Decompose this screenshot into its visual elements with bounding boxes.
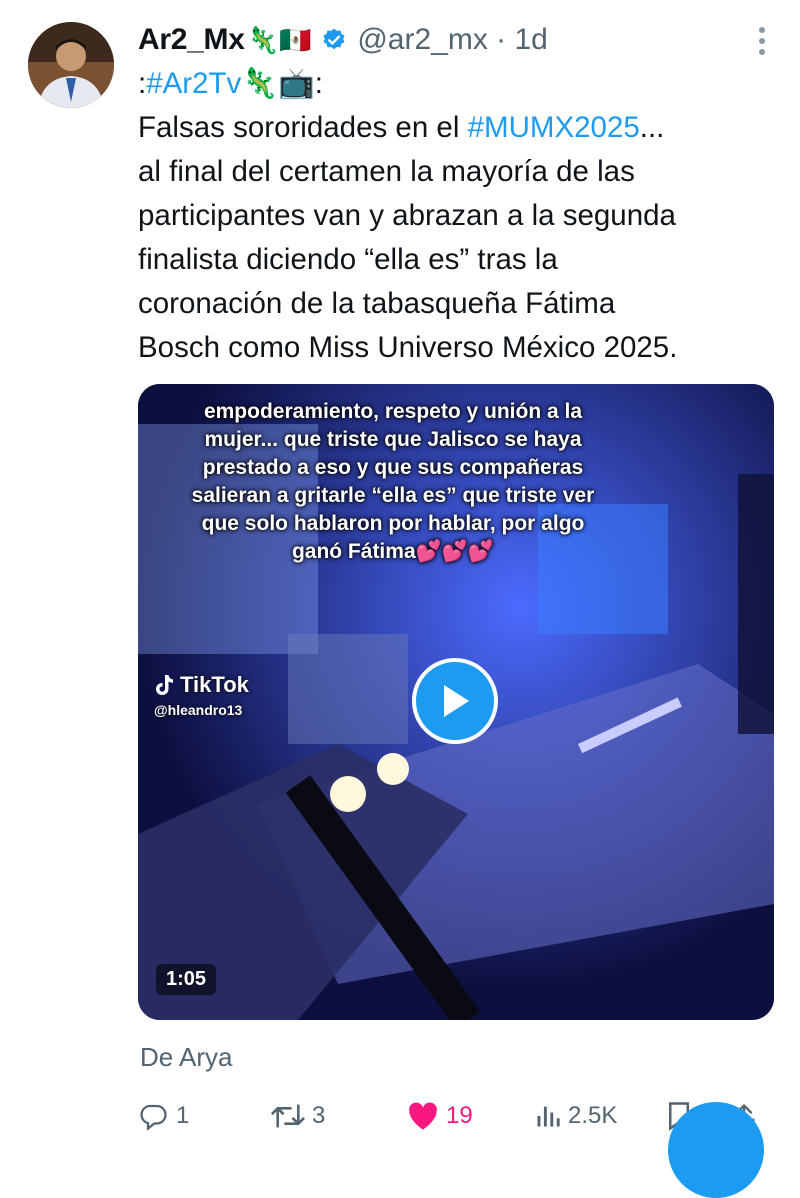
tweet-text-segment: finalista diciendo “ella es” tras la [138, 243, 558, 276]
retweet-icon [271, 1104, 305, 1128]
more-options-icon[interactable] [758, 26, 766, 56]
tweet-text-line: Falsas sororidades en el #MUMX2025... [138, 106, 778, 150]
reply-button[interactable]: 1 [136, 1096, 189, 1136]
tweet-text-line: al final del certamen la mayoría de las [138, 150, 778, 194]
reply-count: 1 [176, 1102, 190, 1129]
tweet-text-line: finalista diciendo “ella es” tras la [138, 238, 778, 282]
reply-icon [140, 1104, 167, 1131]
tweet-text-line: participantes van y abrazan a la segunda [138, 194, 778, 238]
video-duration: 1:05 [156, 964, 217, 995]
hashtag-link[interactable]: #MUMX2025 [468, 111, 640, 144]
heart-icon [409, 1102, 437, 1130]
avatar-image [28, 22, 114, 108]
compose-button[interactable] [668, 1102, 764, 1198]
verified-badge-icon [323, 28, 345, 50]
like-button[interactable]: 19 [406, 1096, 473, 1136]
tweet-text-segment: coronación de la tabasqueña Fátima [138, 287, 616, 320]
tweet-text-line: :#Ar2Tv🦎📺: [138, 62, 778, 106]
tweet-text-segment: Falsas sororidades en el [138, 111, 468, 144]
video-player[interactable]: empoderamiento, respeto y unión a la muj… [138, 384, 774, 1020]
tweet-text-line: coronación de la tabasqueña Fátima [138, 282, 778, 326]
tiktok-watermark: TikTok @hleandro13 [154, 672, 249, 718]
like-count: 19 [446, 1102, 473, 1129]
hashtag-link[interactable]: #Ar2Tv [146, 67, 241, 100]
tiktok-icon [156, 675, 173, 695]
name-emoji: 🦎🇲🇽 [246, 24, 312, 55]
tweet-text-segment: al final del certamen la mayoría de las [138, 155, 635, 188]
tweet-text-segment: ... [639, 111, 665, 144]
tiktok-username: @hleandro13 [154, 702, 243, 718]
handle-and-time[interactable]: @ar2_mx · 1d [357, 23, 548, 57]
tweet-text-segment: Bosch como Miss Universo México 2025. [138, 331, 678, 364]
play-button[interactable] [412, 658, 498, 744]
views-button[interactable]: 2.5K [534, 1096, 617, 1136]
views-count: 2.5K [568, 1102, 618, 1129]
display-name[interactable]: Ar2_Mx [138, 23, 245, 57]
retweet-count: 3 [312, 1102, 326, 1129]
play-icon [444, 685, 469, 717]
tweet-text: :#Ar2Tv🦎📺: Falsas sororidades en el #MUMX… [138, 62, 778, 370]
retweet-button[interactable]: 3 [270, 1096, 325, 1136]
tweet-text-segment: 🦎📺: [241, 67, 323, 100]
tweet-text-line: Bosch como Miss Universo México 2025. [138, 326, 778, 370]
source-label: De Arya [140, 1042, 233, 1072]
avatar[interactable] [28, 22, 114, 108]
video-caption: empoderamiento, respeto y unión a la muj… [191, 400, 595, 563]
tweet-text-segment: : [138, 67, 147, 100]
views-icon [537, 1106, 560, 1127]
tweet-header: Ar2_Mx 🦎🇲🇽 @ar2_mx · 1d [138, 20, 548, 60]
tweet-text-segment: participantes van y abrazan a la segunda [138, 199, 676, 232]
tiktok-label: TikTok [180, 672, 249, 697]
